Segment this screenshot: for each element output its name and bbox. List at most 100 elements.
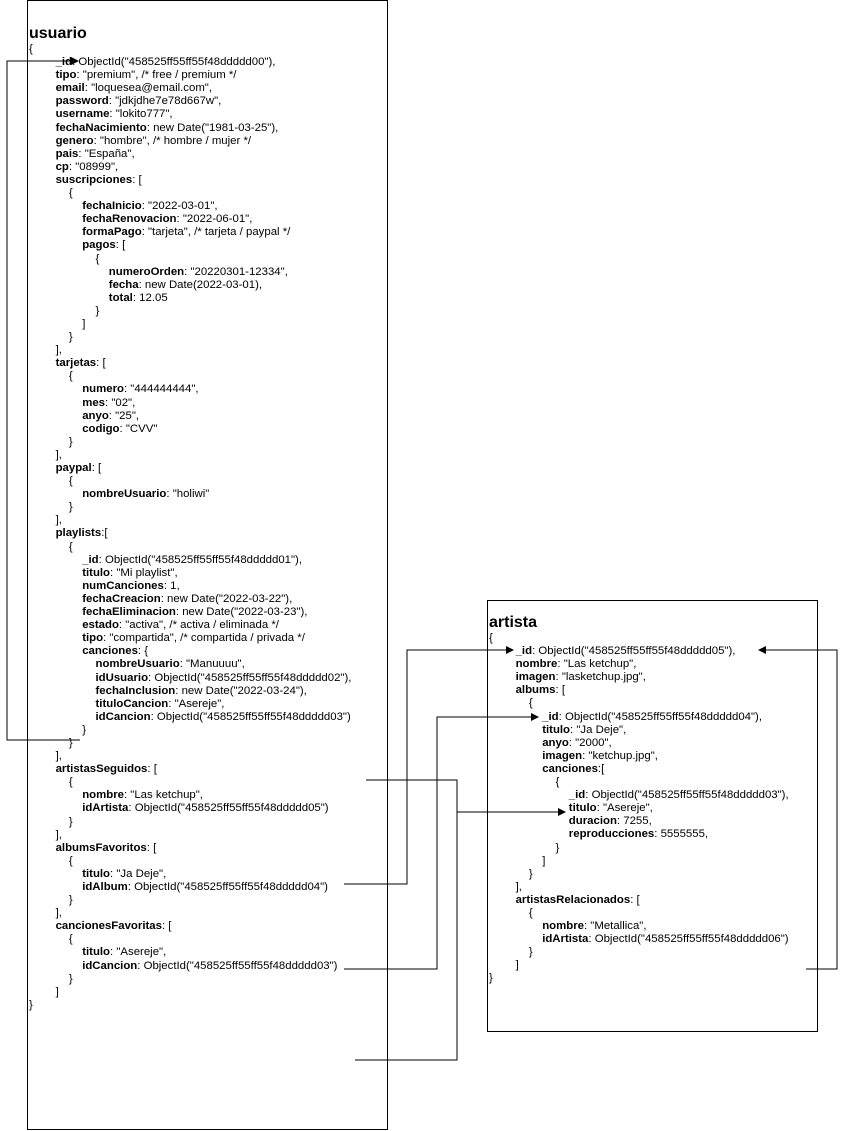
field-key: fechaNacimiento xyxy=(55,121,147,134)
artista-line: } xyxy=(489,868,789,881)
field-key: _id xyxy=(568,789,586,802)
field-key: idArtista xyxy=(82,802,129,815)
usuario-line: numCanciones: 1, xyxy=(29,580,351,593)
usuario-line: nombre: "Las ketchup", xyxy=(29,789,351,802)
field-value: ], xyxy=(515,880,522,893)
usuario-line: fechaEliminacion: new Date("2022-03-23")… xyxy=(29,606,351,619)
usuario-line: ] xyxy=(29,318,351,331)
field-value: { xyxy=(95,252,100,265)
usuario-line: } xyxy=(29,501,351,514)
field-key: password xyxy=(55,95,109,108)
field-value: ], xyxy=(55,448,62,461)
field-key: suscripciones xyxy=(55,173,133,186)
usuario-line: { xyxy=(29,475,351,488)
artista-line: imagen: "ketchup.jpg", xyxy=(489,750,789,763)
field-value: : 12.05 xyxy=(132,291,168,304)
artista-line: duracion: 7255, xyxy=(489,815,789,828)
usuario-line: anyo: "25", xyxy=(29,410,351,423)
artista-line: imagen: "lasketchup.jpg", xyxy=(489,671,789,684)
field-value: : "25", xyxy=(108,409,140,422)
usuario-line: albumsFavoritos: [ xyxy=(29,842,351,855)
field-key: tipo xyxy=(55,69,77,82)
field-key: fechaEliminacion xyxy=(82,606,176,619)
field-key: genero xyxy=(55,134,94,147)
usuario-line: titulo: "Ja Deje", xyxy=(29,868,351,881)
field-key: _id xyxy=(82,553,99,566)
artista-line: nombre: "Metallica", xyxy=(489,920,789,933)
field-value: { xyxy=(29,43,33,55)
field-key: tarjetas xyxy=(55,357,97,370)
field-key: imagen xyxy=(542,749,583,762)
field-value: } xyxy=(68,972,73,985)
field-value: : [ xyxy=(132,173,142,186)
field-key: _id xyxy=(542,710,559,723)
field-value: : "Ja Deje", xyxy=(570,723,627,736)
field-value: :[ xyxy=(597,762,605,775)
usuario-line: nombreUsuario: "holiwi" xyxy=(29,488,351,501)
field-value: : ObjectId("458525ff55ff55f48ddddd05") xyxy=(128,802,329,815)
usuario-line: { xyxy=(29,187,351,200)
field-value: } xyxy=(68,331,73,344)
usuario-line: } xyxy=(29,999,351,1012)
field-value: : [ xyxy=(147,763,157,776)
usuario-line: } xyxy=(29,305,351,318)
artista-line: canciones:[ xyxy=(489,763,789,776)
field-key: reproducciones xyxy=(568,828,655,841)
field-key: albumsFavoritos xyxy=(55,841,147,854)
field-value: : "jdkjdhe7e78d667w", xyxy=(108,95,222,108)
field-value: : ObjectId("458525ff55ff55f48ddddd04"), xyxy=(558,710,763,723)
field-value: { xyxy=(68,475,73,488)
field-value: : [ xyxy=(115,239,126,252)
field-value: : ObjectId("458525ff55ff55f48ddddd01"), xyxy=(98,553,303,566)
field-value: : ObjectId("458525ff55ff55f48ddddd05"), xyxy=(532,645,736,658)
field-key: imagen xyxy=(515,671,556,684)
field-value: : "tarjeta", /* tarjeta / paypal */ xyxy=(141,226,291,239)
field-value: ] xyxy=(515,959,519,972)
field-value: : ObjectId("458525ff55ff55f48ddddd02"), xyxy=(148,671,352,684)
usuario-line: } xyxy=(29,894,351,907)
field-key: numero xyxy=(82,383,124,396)
field-value: { xyxy=(528,697,533,710)
field-value: : new Date("2022-03-24"), xyxy=(175,684,307,697)
artista-line: } xyxy=(489,842,789,855)
field-value: : "hombre", /* hombre / mujer */ xyxy=(93,134,252,147)
artista-line: { xyxy=(489,776,789,789)
artista-document-lines: {_id: ObjectId("458525ff55ff55f48ddddd05… xyxy=(489,632,789,986)
usuario-line: formaPago: "tarjeta", /* tarjeta / paypa… xyxy=(29,226,351,239)
field-key: idArtista xyxy=(542,933,589,946)
field-value: } xyxy=(68,501,73,514)
field-key: username xyxy=(55,108,110,121)
usuario-line: fechaRenovacion: "2022-06-01", xyxy=(29,213,351,226)
field-key: albums xyxy=(515,684,556,697)
field-key: artistasSeguidos xyxy=(55,763,148,776)
field-value: { xyxy=(68,854,73,867)
usuario-line: genero: "hombre", /* hombre / mujer */ xyxy=(29,135,351,148)
artista-line: titulo: "Ja Deje", xyxy=(489,724,789,737)
field-value: } xyxy=(68,736,73,749)
usuario-title: usuario xyxy=(29,25,87,42)
field-value: { xyxy=(555,776,560,789)
field-value: : [ xyxy=(96,357,106,370)
artista-line: ] xyxy=(489,959,789,972)
field-value: : "CVV" xyxy=(119,422,158,435)
field-key: titulo xyxy=(82,867,111,880)
field-value: : "2022-03-01", xyxy=(141,200,218,213)
field-key: numeroOrden xyxy=(108,265,185,278)
field-value: : "compartida", /* compartida / privada … xyxy=(103,632,305,645)
usuario-document-lines: { _id : ObjectId("458525ff55ff55f48ddddd00… xyxy=(29,43,351,1012)
field-value: : "activa", /* activa / eliminada */ xyxy=(118,619,279,632)
usuario-line: tipo: "premium", /* free / premium */ xyxy=(29,69,351,82)
usuario-line: _id: ObjectId("458525ff55ff55f48ddddd01"… xyxy=(29,554,351,567)
field-value: } xyxy=(489,972,493,985)
field-key: fechaInicio xyxy=(82,200,142,213)
artista-entity-box: artista {_id: ObjectId("458525ff55ff55f4… xyxy=(487,600,818,1032)
field-value: ], xyxy=(55,750,62,763)
field-value: { xyxy=(489,632,493,644)
field-key: playlists xyxy=(55,527,102,540)
field-key: fechaInclusion xyxy=(95,684,176,697)
field-value: : ObjectId("458525ff55ff55f48ddddd00"), xyxy=(72,56,276,69)
field-key: paypal xyxy=(55,462,92,474)
field-key: fechaCreacion xyxy=(82,592,161,605)
field-value: : "holiwi" xyxy=(166,488,210,501)
artista-line: _id: ObjectId("458525ff55ff55f48ddddd05"… xyxy=(489,645,789,658)
